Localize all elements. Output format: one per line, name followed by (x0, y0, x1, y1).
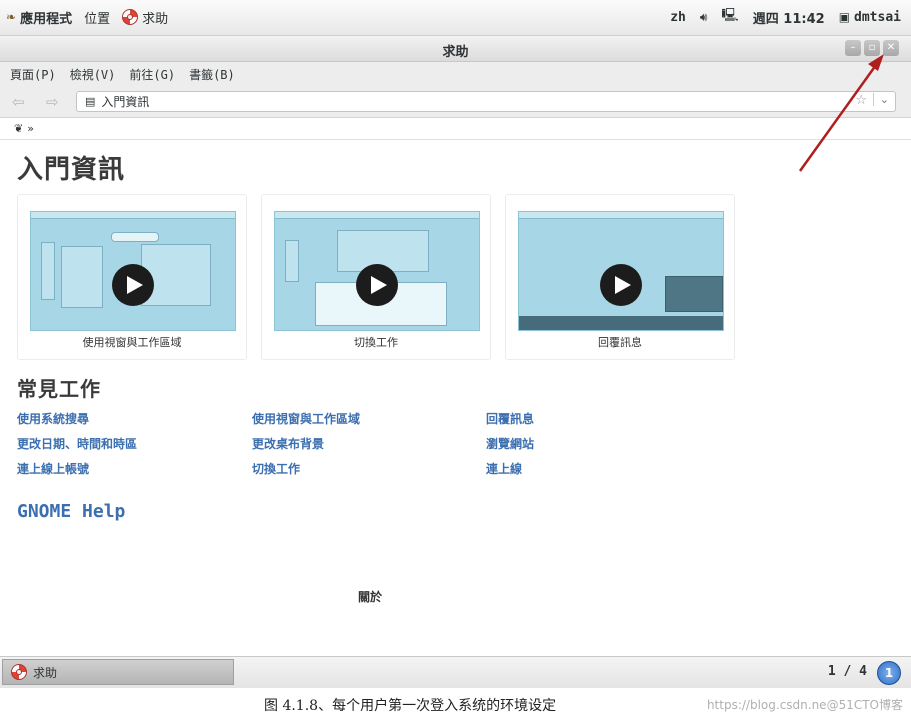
location-bar[interactable]: ▤ 入門資訊 ☆ ⌄ (76, 91, 896, 112)
top-panel: ❧ 應用程式 位置 求助 zh 🔊︎ 🖳︎ 週四 11:42 ▣ dmtsai (0, 0, 911, 36)
play-icon (127, 276, 143, 294)
watermark: https://blog.csdn.ne@51CTO博客 (706, 698, 903, 712)
help-launcher-label: 求助 (142, 11, 169, 27)
figure-caption: 图 4.1.8、每个用户第一次登入系统的环境设定 (264, 698, 557, 714)
menu-page[interactable]: 頁面(P) (10, 66, 56, 83)
menu-view[interactable]: 檢視(V) (70, 66, 116, 83)
link-wallpaper[interactable]: 更改桌布背景 (252, 435, 324, 452)
bottom-panel: 求助 1 / 4 1 (0, 656, 911, 688)
applications-menu[interactable]: ❧ 應用程式 (6, 8, 72, 27)
workspace-badge[interactable]: 1 (877, 661, 901, 685)
input-language[interactable]: zh (670, 10, 686, 25)
places-menu[interactable]: 位置 (84, 8, 110, 27)
help-launcher[interactable]: 求助 (122, 8, 168, 27)
thumbnail-dash (41, 242, 55, 300)
video-caption: 使用視窗與工作區域 (82, 336, 182, 349)
minimize-button[interactable]: – (845, 40, 861, 56)
gnome-foot-icon[interactable]: ❦ (14, 122, 23, 135)
video-thumbnail[interactable] (30, 211, 236, 331)
link-reply-messages[interactable]: 回覆訊息 (486, 410, 534, 427)
about-link[interactable]: 關於 (358, 588, 382, 605)
help-content: 入門資訊 使用視窗與工作區域 切換工作 回覆訊息 常見工作 使用系統搜尋 使用視… (0, 140, 911, 656)
gnome-help-link[interactable]: GNOME Help (17, 501, 125, 522)
bookmark-star-icon[interactable]: ☆ (855, 93, 867, 108)
clock[interactable]: 週四 11:42 (753, 8, 825, 27)
applications-label: 應用程式 (20, 11, 73, 27)
video-card-windows[interactable]: 使用視窗與工作區域 (17, 194, 247, 360)
maximize-icon: ▫ (868, 42, 876, 53)
user-name: dmtsai (854, 9, 901, 25)
thumbnail-panel (275, 212, 479, 219)
lifesaver-icon (122, 9, 139, 25)
close-button[interactable]: ✕ (883, 40, 899, 56)
video-thumbnail[interactable] (518, 211, 724, 331)
link-browse-web[interactable]: 瀏覽網站 (486, 435, 534, 452)
play-icon (615, 276, 631, 294)
volume-icon[interactable]: 🔊︎ (700, 10, 708, 25)
window-title: 求助 (442, 45, 469, 60)
thumbnail-notification (665, 276, 723, 312)
play-icon (371, 276, 387, 294)
user-menu[interactable]: ▣ dmtsai (839, 10, 901, 25)
thumbnail-dash (285, 240, 299, 282)
thumbnail-panel (31, 212, 235, 219)
video-caption: 切換工作 (354, 336, 398, 349)
video-thumbnail[interactable] (274, 211, 480, 331)
back-arrow-icon: ⇦ (12, 93, 25, 111)
network-icon[interactable]: 🖳︎ (721, 6, 738, 28)
menu-bar: 頁面(P) 檢視(V) 前往(G) 書籤(B) (0, 62, 911, 86)
thumbnail-message-tray (519, 316, 723, 330)
minimize-icon: – (850, 42, 856, 53)
page-title: 入門資訊 (17, 155, 126, 185)
back-button[interactable]: ⇦ (12, 93, 25, 111)
chat-icon: ▣ (838, 10, 851, 24)
video-caption: 回覆訊息 (598, 336, 642, 349)
breadcrumb-separator-icon: » (27, 122, 34, 135)
location-text: 入門資訊 (101, 95, 150, 109)
window-titlebar[interactable]: 求助 – ▫ ✕ (0, 36, 911, 62)
thumbnail-panel (519, 212, 723, 219)
task-label: 求助 (33, 665, 58, 680)
link-switch-tasks[interactable]: 切換工作 (252, 460, 300, 477)
workspace-pager[interactable]: 1 / 4 (828, 664, 867, 679)
link-windows-workspaces[interactable]: 使用視窗與工作區域 (252, 410, 360, 427)
lifesaver-icon (11, 664, 27, 680)
places-label: 位置 (84, 11, 111, 27)
chevron-down-icon[interactable]: ⌄ (872, 93, 889, 106)
link-online-accounts[interactable]: 連上線上帳號 (17, 460, 89, 477)
section-title: 常見工作 (17, 377, 101, 401)
maximize-button[interactable]: ▫ (864, 40, 880, 56)
taskbar-window-help[interactable]: 求助 (2, 659, 234, 685)
play-button[interactable] (112, 264, 154, 306)
play-button[interactable] (356, 264, 398, 306)
link-connect-online[interactable]: 連上線 (486, 460, 522, 477)
play-button[interactable] (600, 264, 642, 306)
menu-go[interactable]: 前往(G) (129, 66, 175, 83)
forward-arrow-icon: ⇨ (46, 93, 59, 111)
document-icon: ▤ (85, 95, 96, 108)
forward-button[interactable]: ⇨ (46, 93, 59, 111)
video-card-switch[interactable]: 切換工作 (261, 194, 491, 360)
toolbar: ⇦ ⇨ ▤ 入門資訊 ☆ ⌄ (0, 86, 911, 118)
close-icon: ✕ (886, 42, 896, 53)
thumbnail-search (111, 232, 159, 242)
thumbnail-window (61, 246, 103, 308)
breadcrumb: ❦ » (0, 118, 911, 140)
link-date-time[interactable]: 更改日期、時間和時區 (17, 435, 137, 452)
figure-caption-area: 图 4.1.8、每个用户第一次登入系统的环境设定 https://blog.cs… (0, 688, 911, 720)
video-card-messages[interactable]: 回覆訊息 (505, 194, 735, 360)
link-system-search[interactable]: 使用系統搜尋 (17, 410, 89, 427)
menu-bookmarks[interactable]: 書籤(B) (189, 66, 235, 83)
gnome-foot-icon: ❧ (6, 10, 17, 24)
